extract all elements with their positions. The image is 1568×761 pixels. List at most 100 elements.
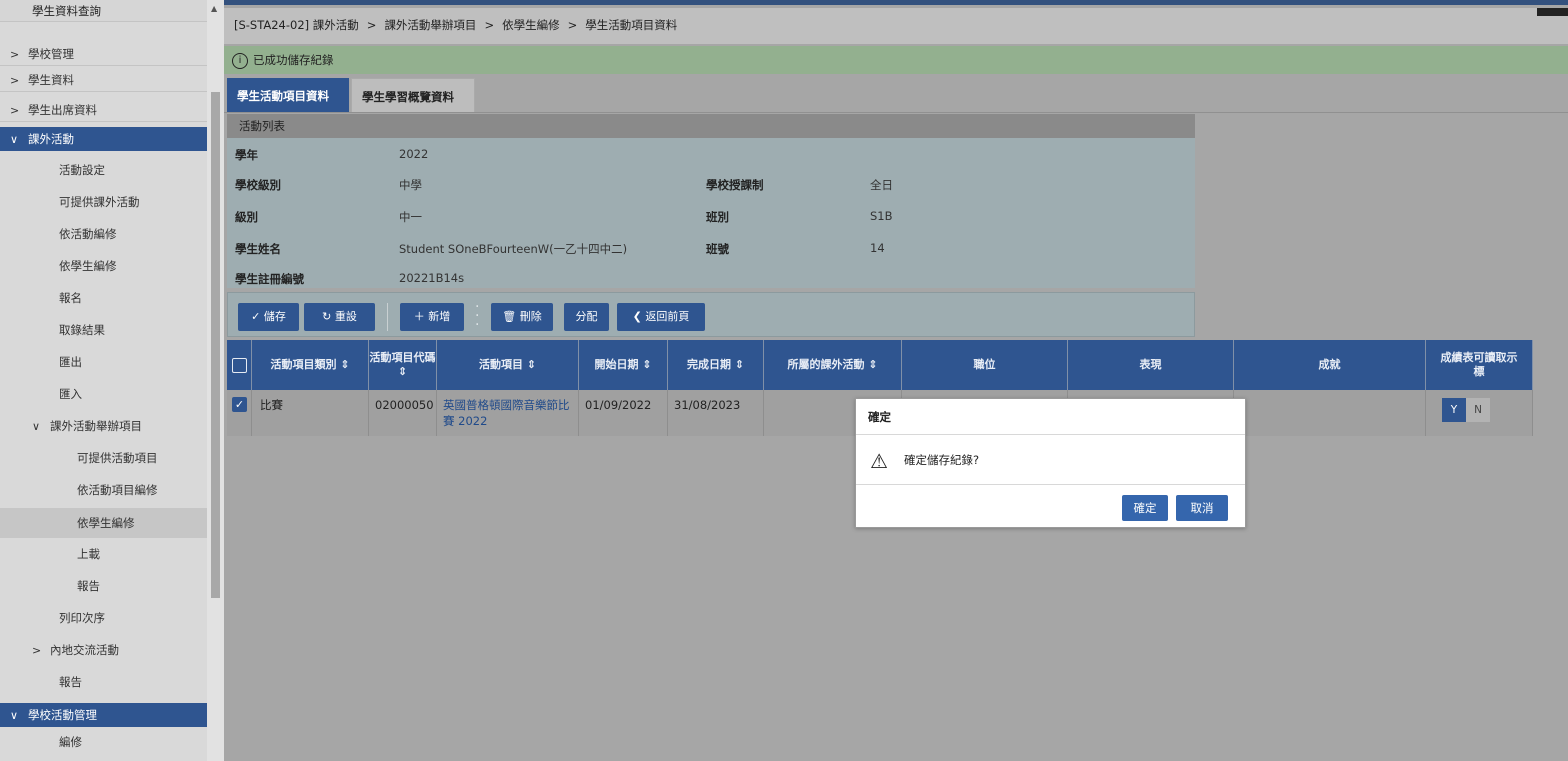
chevron-right-icon: > [32, 644, 42, 657]
column-header-parent-activity[interactable]: 所屬的課外活動 ⇕ [764, 340, 902, 390]
field-label: 學生姓名 [235, 242, 281, 256]
checkbox-icon [231, 357, 247, 373]
sidebar-group-label: 課外活動舉辦項目 [50, 419, 142, 433]
sidebar-item[interactable]: 依活動編修 [0, 222, 207, 246]
dialog-title: 確定 [856, 399, 1245, 435]
toolbar: ✓ 儲存 ↻ 重設 ＋ 新增 · · · 🗑 刪除 分配 ❮ 返回前頁 [227, 292, 1195, 337]
column-header-item[interactable]: 活動項目 ⇕ [437, 340, 579, 390]
sidebar-item[interactable]: 報告 [0, 670, 207, 694]
field-label: 學生註冊編號 [235, 272, 304, 286]
field-value: 中學 [399, 178, 422, 192]
breadcrumb-item: 學生活動項目資料 [585, 18, 678, 32]
column-header-report-flag: 成績表可讀取示標 [1426, 340, 1533, 390]
field-value: 20221B14s [399, 271, 465, 285]
sidebar-item[interactable]: 可提供課外活動 [0, 190, 207, 214]
plus-icon: ＋ [413, 310, 425, 323]
add-label: 新增 [428, 310, 451, 323]
warning-icon: ⚠ [870, 448, 888, 473]
tab-learning-profile[interactable]: 學生學習概覽資料 [351, 78, 475, 113]
back-button[interactable]: ❮ 返回前頁 [617, 303, 705, 331]
chevron-right-icon: > [10, 48, 20, 61]
field-label: 級別 [235, 210, 258, 224]
sidebar-subitem[interactable]: 上載 [0, 542, 207, 566]
field-value: 14 [870, 241, 885, 255]
sidebar-item[interactable]: 活動設定 [0, 158, 207, 182]
add-button[interactable]: ＋ 新增 [400, 303, 464, 331]
success-message: 已成功儲存紀錄 [253, 53, 334, 67]
field-value: 全日 [870, 178, 893, 192]
field-label: 班號 [706, 242, 729, 256]
sidebar-section-student[interactable]: > 學生資料 [0, 68, 207, 92]
sidebar-section-label: 學生資料 [28, 73, 74, 87]
sidebar-item[interactable]: 報名 [0, 286, 207, 310]
back-label: 返回前頁 [645, 310, 690, 323]
reset-button[interactable]: ↻ 重設 [304, 303, 375, 331]
sidebar-section-label: 課外活動 [28, 132, 74, 146]
sidebar-section-school-activity[interactable]: ∨ 學校活動管理 [0, 703, 207, 727]
sidebar-section-extracurricular[interactable]: ∨ 課外活動 [0, 127, 207, 151]
breadcrumb-item[interactable]: [S-STA24-02] 課外活動 [234, 18, 359, 32]
sidebar-subitem[interactable]: 報告 [0, 574, 207, 598]
sidebar-item[interactable]: 編修 [0, 730, 207, 754]
delete-label: 刪除 [519, 310, 542, 323]
column-header-start-date[interactable]: 開始日期 ⇕ [579, 340, 668, 390]
chevron-down-icon: ∨ [10, 133, 19, 146]
toolbar-divider [387, 303, 388, 331]
column-header-end-date[interactable]: 完成日期 ⇕ [668, 340, 764, 390]
field-label: 學校授課制 [706, 178, 764, 192]
sidebar-subitem[interactable]: 可提供活動項目 [0, 446, 207, 470]
confirm-dialog: 確定 ⚠ 確定儲存紀錄? 確定 取消 [855, 398, 1246, 528]
scrollbar-thumb[interactable] [211, 92, 220, 598]
breadcrumb-item[interactable]: 課外活動舉辦項目 [384, 18, 476, 32]
delete-button[interactable]: 🗑 刪除 [491, 303, 553, 331]
cell-end-date: 31/08/2023 [668, 390, 764, 436]
sidebar-item[interactable]: 列印次序 [0, 606, 207, 630]
cell-report-flag: YN [1426, 390, 1533, 436]
student-info-panel: 學年 2022 學校級別 中學 學校授課制 全日 級別 中一 班別 S1B 學生… [227, 138, 1195, 288]
no-toggle[interactable]: N [1466, 398, 1490, 422]
chevron-down-icon: ∨ [32, 420, 41, 433]
column-header-category[interactable]: 活動項目類別 ⇕ [252, 340, 369, 390]
cell-category: 比賽 [252, 390, 369, 436]
chevron-right-icon: > [10, 74, 20, 87]
field-label: 學校級別 [235, 178, 281, 192]
sidebar-item[interactable]: 匯入 [0, 382, 207, 406]
column-header-code[interactable]: 活動項目代碼 ⇕ [369, 340, 437, 390]
sidebar-item-student-query[interactable]: 學生資料查詢 [0, 0, 207, 22]
scroll-up-icon[interactable]: ▲ [211, 4, 217, 13]
sidebar-section-label: 學生出席資料 [28, 103, 97, 117]
cell-achievement[interactable] [1234, 390, 1426, 436]
breadcrumb: [S-STA24-02] 課外活動 > 課外活動舉辦項目 > 依學生編修 > 學生活動項目資… [224, 8, 1568, 44]
tab-activity-items[interactable]: 學生活動項目資料 [227, 78, 349, 113]
cell-item-link[interactable]: 英國普格頓國際音樂節比賽 2022 [437, 390, 579, 436]
row-checkbox[interactable]: ✓ [227, 390, 252, 436]
save-button[interactable]: ✓ 儲存 [238, 303, 299, 331]
dialog-message: 確定儲存紀錄? [904, 453, 980, 467]
assign-button[interactable]: 分配 [564, 303, 609, 331]
sidebar-section-school[interactable]: > 學校管理 [0, 42, 207, 66]
sidebar: 學生資料查詢 > 學校管理 > 學生資料 > 學生出席資料 ∨ 課外活動 活動設定 可提… [0, 0, 207, 761]
cell-start-date: 01/09/2022 [579, 390, 668, 436]
more-options-icon[interactable]: · · · [475, 300, 479, 332]
cancel-button[interactable]: 取消 [1176, 495, 1228, 521]
yes-toggle[interactable]: Y [1442, 398, 1466, 422]
window-corner [1537, 8, 1568, 16]
sidebar-section-attendance[interactable]: > 學生出席資料 [0, 98, 207, 122]
sidebar-subitem[interactable]: 依活動項目編修 [0, 478, 207, 502]
checkbox-checked-icon: ✓ [232, 397, 247, 412]
save-label: 儲存 [263, 310, 286, 323]
refresh-icon: ↻ [322, 310, 332, 323]
sidebar-group-activities[interactable]: ∨ 課外活動舉辦項目 [0, 414, 207, 438]
breadcrumb-item[interactable]: 依學生編修 [502, 18, 560, 32]
column-header-post: 職位 [902, 340, 1068, 390]
sidebar-item[interactable]: 取錄結果 [0, 318, 207, 342]
sidebar-group-mainland[interactable]: > 內地交流活動 [0, 638, 207, 662]
sidebar-section-label: 學校活動管理 [28, 708, 97, 722]
sidebar-item[interactable]: 匯出 [0, 350, 207, 374]
select-all-checkbox[interactable] [227, 340, 252, 390]
sidebar-section-label: 學校管理 [28, 47, 74, 61]
confirm-button[interactable]: 確定 [1122, 495, 1168, 521]
sidebar-item[interactable]: 依學生編修 [0, 254, 207, 278]
sidebar-scrollbar[interactable]: ▲ [207, 0, 224, 761]
sidebar-subitem-selected[interactable]: 依學生編修 [0, 508, 207, 538]
